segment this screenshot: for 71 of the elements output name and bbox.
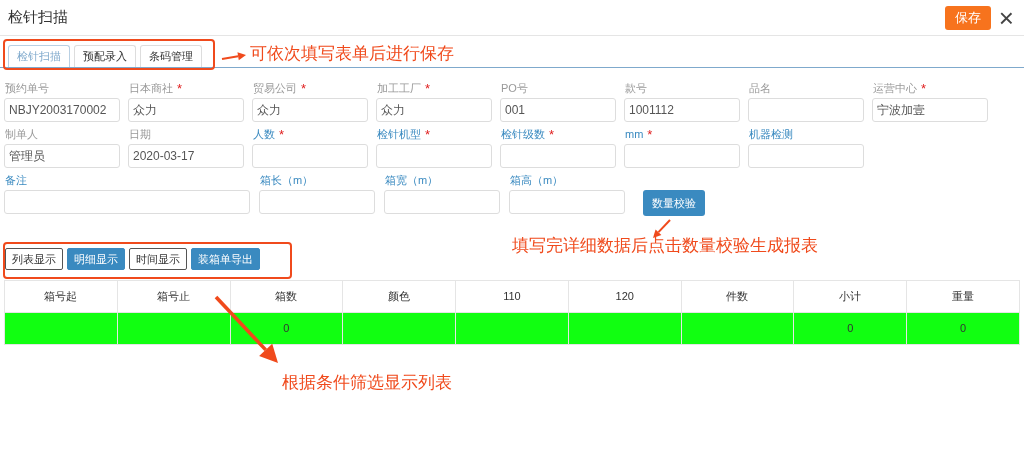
view-button[interactable]: 装箱单导出 (191, 248, 260, 270)
input-field[interactable]: 2020-03-17 (128, 144, 244, 168)
column-header: 120 (568, 280, 682, 313)
arrow (653, 219, 671, 238)
annotation-text: 填写完详细数据后点击数量校验生成报表 (512, 236, 818, 256)
input-field[interactable] (4, 190, 250, 214)
window-title: 检针扫描 (8, 7, 68, 28)
input-field[interactable]: 众力 (376, 98, 492, 122)
field-label: 日期 (128, 128, 151, 141)
required-mark: * (548, 128, 555, 141)
required-mark: * (300, 82, 307, 95)
input-field[interactable]: 宁波加壹 (872, 98, 988, 122)
tab[interactable]: 预配录入 (74, 45, 136, 67)
input-field[interactable] (624, 144, 740, 168)
input-field[interactable]: 众力 (252, 98, 368, 122)
view-button[interactable]: 明细显示 (67, 248, 125, 270)
required-mark: * (424, 82, 431, 95)
column-header: 箱数 (230, 280, 343, 313)
column-header: 箱号止 (117, 280, 231, 313)
column-header: 箱号起 (4, 280, 118, 313)
field-label: PO号 (500, 82, 528, 95)
field-label: 品名 (748, 82, 771, 95)
tab[interactable]: 条码管理 (140, 45, 202, 67)
field-label: 运营中心 (872, 82, 917, 95)
field-label: 款号 (624, 82, 647, 95)
field-label: 箱宽（m） (384, 174, 439, 187)
field-label: 人数 (252, 128, 275, 141)
input-field[interactable]: 众力 (128, 98, 244, 122)
input-field[interactable] (500, 144, 616, 168)
check-button[interactable]: 数量校验 (643, 189, 705, 216)
required-mark: * (176, 82, 183, 95)
column-header: 件数 (681, 280, 794, 313)
field-label: mm (624, 128, 644, 141)
view-button[interactable]: 列表显示 (5, 248, 63, 270)
input-field[interactable] (748, 98, 864, 122)
required-mark: * (646, 128, 653, 141)
table-cell: 0 (793, 312, 907, 345)
field-label: 预约单号 (4, 82, 49, 95)
input-field[interactable]: 1001112 (624, 98, 740, 122)
view-button[interactable]: 时间显示 (129, 248, 187, 270)
field-label: 制单人 (4, 128, 38, 141)
field-label: 机器检测 (748, 128, 793, 141)
field-label: 贸易公司 (252, 82, 297, 95)
input-field[interactable] (376, 144, 492, 168)
column-header: 110 (455, 280, 569, 313)
column-header: 重量 (906, 280, 1020, 313)
close-button[interactable]: × (996, 6, 1016, 29)
input-field[interactable] (748, 144, 864, 168)
field-label: 备注 (4, 174, 27, 187)
input-field[interactable] (509, 190, 625, 214)
field-label: 加工工厂 (376, 82, 421, 95)
field-label: 箱长（m） (259, 174, 314, 187)
input-field[interactable]: NBJY2003170002 (4, 98, 120, 122)
input-field[interactable] (252, 144, 368, 168)
input-field[interactable] (384, 190, 500, 214)
table-cell: 0 (906, 312, 1020, 345)
column-header: 颜色 (342, 280, 456, 313)
field-label: 日本商社 (128, 82, 173, 95)
field-label: 检针机型 (376, 128, 421, 141)
input-field[interactable]: 001 (500, 98, 616, 122)
input-field[interactable]: 管理员 (4, 144, 120, 168)
column-header: 小计 (793, 280, 907, 313)
field-label: 箱高（m） (509, 174, 564, 187)
input-field[interactable] (259, 190, 375, 214)
required-mark: * (424, 128, 431, 141)
annotation-text: 可依次填写表单后进行保存 (250, 44, 454, 64)
arrow (221, 52, 246, 61)
annotation-text: 根据条件筛选显示列表 (282, 373, 452, 393)
required-mark: * (920, 82, 927, 95)
required-mark: * (278, 128, 285, 141)
field-label: 检针级数 (500, 128, 545, 141)
